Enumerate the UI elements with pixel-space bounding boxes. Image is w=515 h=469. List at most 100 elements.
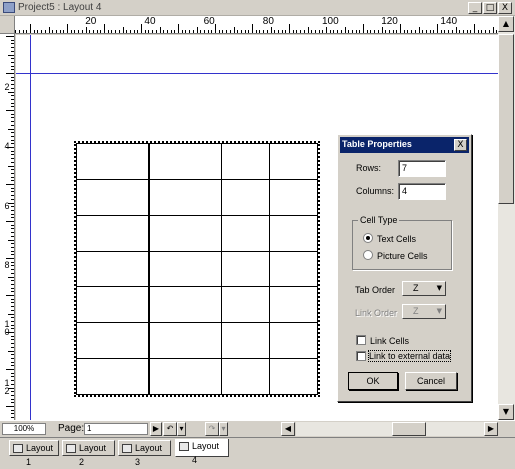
horizontal-scroll-thumb[interactable] <box>392 422 426 436</box>
table-cell[interactable] <box>268 250 319 288</box>
link-cells-label[interactable]: Link Cells <box>370 336 409 346</box>
table-cell[interactable] <box>220 286 270 324</box>
rows-field[interactable]: 7 <box>398 160 446 177</box>
table-cell[interactable] <box>75 286 150 324</box>
table-cell[interactable] <box>75 358 150 395</box>
cancel-button[interactable]: Cancel <box>405 372 457 390</box>
table-cells[interactable] <box>75 143 319 395</box>
ruler-tick <box>11 217 14 219</box>
link-external-data-checkbox[interactable] <box>356 351 366 361</box>
table-cell[interactable] <box>147 322 222 360</box>
table-cell[interactable] <box>268 358 319 395</box>
table-cell[interactable] <box>220 322 270 360</box>
ruler-tick <box>11 113 14 115</box>
tab-layout-1[interactable]: Layout 1 <box>9 440 59 467</box>
ruler-tick <box>303 30 305 33</box>
ruler-tick <box>359 30 361 33</box>
dialog-title-bar[interactable]: Table Properties X <box>340 137 469 153</box>
table-cell[interactable] <box>268 286 319 324</box>
table-cell[interactable] <box>75 214 150 252</box>
ruler-tick <box>296 30 298 33</box>
ruler-tick <box>6 295 14 296</box>
ruler-tick <box>481 30 483 33</box>
table-cell[interactable] <box>220 358 270 395</box>
next-page-button[interactable]: ▶ <box>150 422 162 436</box>
text-cells-radio[interactable] <box>363 233 373 243</box>
maximize-button[interactable]: □ <box>483 2 497 14</box>
columns-label: Columns: <box>356 186 395 196</box>
horizontal-ruler[interactable]: 20406080100120140160 <box>15 16 498 34</box>
ruler-tick <box>189 30 191 33</box>
ruler-tick <box>11 47 14 49</box>
ruler-tick <box>11 228 14 230</box>
table-cell[interactable] <box>147 250 222 288</box>
layout-icon <box>66 444 76 453</box>
scroll-right-button[interactable]: ▶ <box>484 422 498 436</box>
ok-button[interactable]: OK <box>348 372 398 390</box>
picture-cells-radio[interactable] <box>363 250 373 260</box>
tab-order-dropdown[interactable]: Z ▼ <box>402 281 446 296</box>
table-cell[interactable] <box>268 322 319 360</box>
tab-order-label: Tab Order <box>355 285 396 295</box>
table-cell[interactable] <box>147 286 222 324</box>
ruler-tick <box>414 30 416 33</box>
table-row <box>75 214 319 252</box>
table-cell[interactable] <box>75 143 150 180</box>
table-cell[interactable] <box>147 214 222 252</box>
zoom-field[interactable]: 100% <box>2 423 46 435</box>
vertical-ruler[interactable]: 2 4 6 8 1 0 1 2 <box>0 34 15 420</box>
scroll-down-button[interactable]: ▼ <box>498 404 514 420</box>
tab-layout-2[interactable]: Layout 2 <box>62 440 115 467</box>
page-field[interactable]: 1 <box>84 423 148 435</box>
horizontal-guide[interactable] <box>16 73 498 74</box>
scroll-up-button[interactable]: ▲ <box>498 16 514 32</box>
table-cell[interactable] <box>75 178 150 216</box>
table-cell[interactable] <box>268 214 319 252</box>
table-cell[interactable] <box>220 250 270 288</box>
link-order-label: Link Order <box>355 308 398 318</box>
ruler-tick <box>340 30 342 33</box>
table-cell[interactable] <box>268 178 319 216</box>
table-cell[interactable] <box>220 214 270 252</box>
table-cell[interactable] <box>220 178 270 216</box>
minimize-button[interactable]: _ <box>468 2 482 14</box>
horizontal-scroll-track[interactable] <box>296 422 484 436</box>
table-cell[interactable] <box>268 143 319 180</box>
vertical-scroll-thumb[interactable] <box>498 34 514 204</box>
ruler-tick <box>11 354 14 356</box>
text-cells-label[interactable]: Text Cells <box>377 234 416 244</box>
close-button[interactable]: X <box>498 2 512 14</box>
table-cell[interactable] <box>147 143 222 180</box>
ruler-tick <box>11 224 14 226</box>
table-cell[interactable] <box>75 250 150 288</box>
vertical-guide[interactable] <box>30 35 31 420</box>
table-cell[interactable] <box>147 178 222 216</box>
undo-button[interactable]: ↶ <box>163 422 177 436</box>
scroll-left-button[interactable]: ◀ <box>281 422 295 436</box>
ruler-tick <box>11 272 14 274</box>
table-grid[interactable] <box>74 141 320 397</box>
ruler-tick <box>107 30 109 33</box>
dialog-close-button[interactable]: X <box>454 139 467 151</box>
ruler-tick <box>11 357 14 359</box>
ruler-tick <box>166 30 168 33</box>
ruler-tick <box>8 313 14 315</box>
cell-type-label: Cell Type <box>358 215 400 225</box>
vertical-scrollbar[interactable]: ▲ ▼ <box>498 16 515 420</box>
ruler-tick <box>11 154 14 156</box>
picture-cells-label[interactable]: Picture Cells <box>377 251 428 261</box>
ruler-tick <box>400 24 401 33</box>
table-cell[interactable] <box>220 143 270 180</box>
columns-field[interactable]: 4 <box>398 183 446 200</box>
undo-dropdown-button[interactable]: ▾ <box>177 422 186 436</box>
ruler-tick <box>11 132 14 134</box>
ruler-tick <box>263 30 265 33</box>
tab-label: Layout 2 <box>79 443 107 467</box>
link-external-data-label[interactable]: Link to external data <box>367 350 452 362</box>
tab-layout-3[interactable]: Layout 3 <box>118 440 171 467</box>
ruler-tick <box>374 30 376 33</box>
table-cell[interactable] <box>75 322 150 360</box>
table-cell[interactable] <box>147 358 222 395</box>
tab-layout-4[interactable]: Layout 4 <box>175 439 229 465</box>
link-cells-checkbox[interactable] <box>356 335 366 345</box>
